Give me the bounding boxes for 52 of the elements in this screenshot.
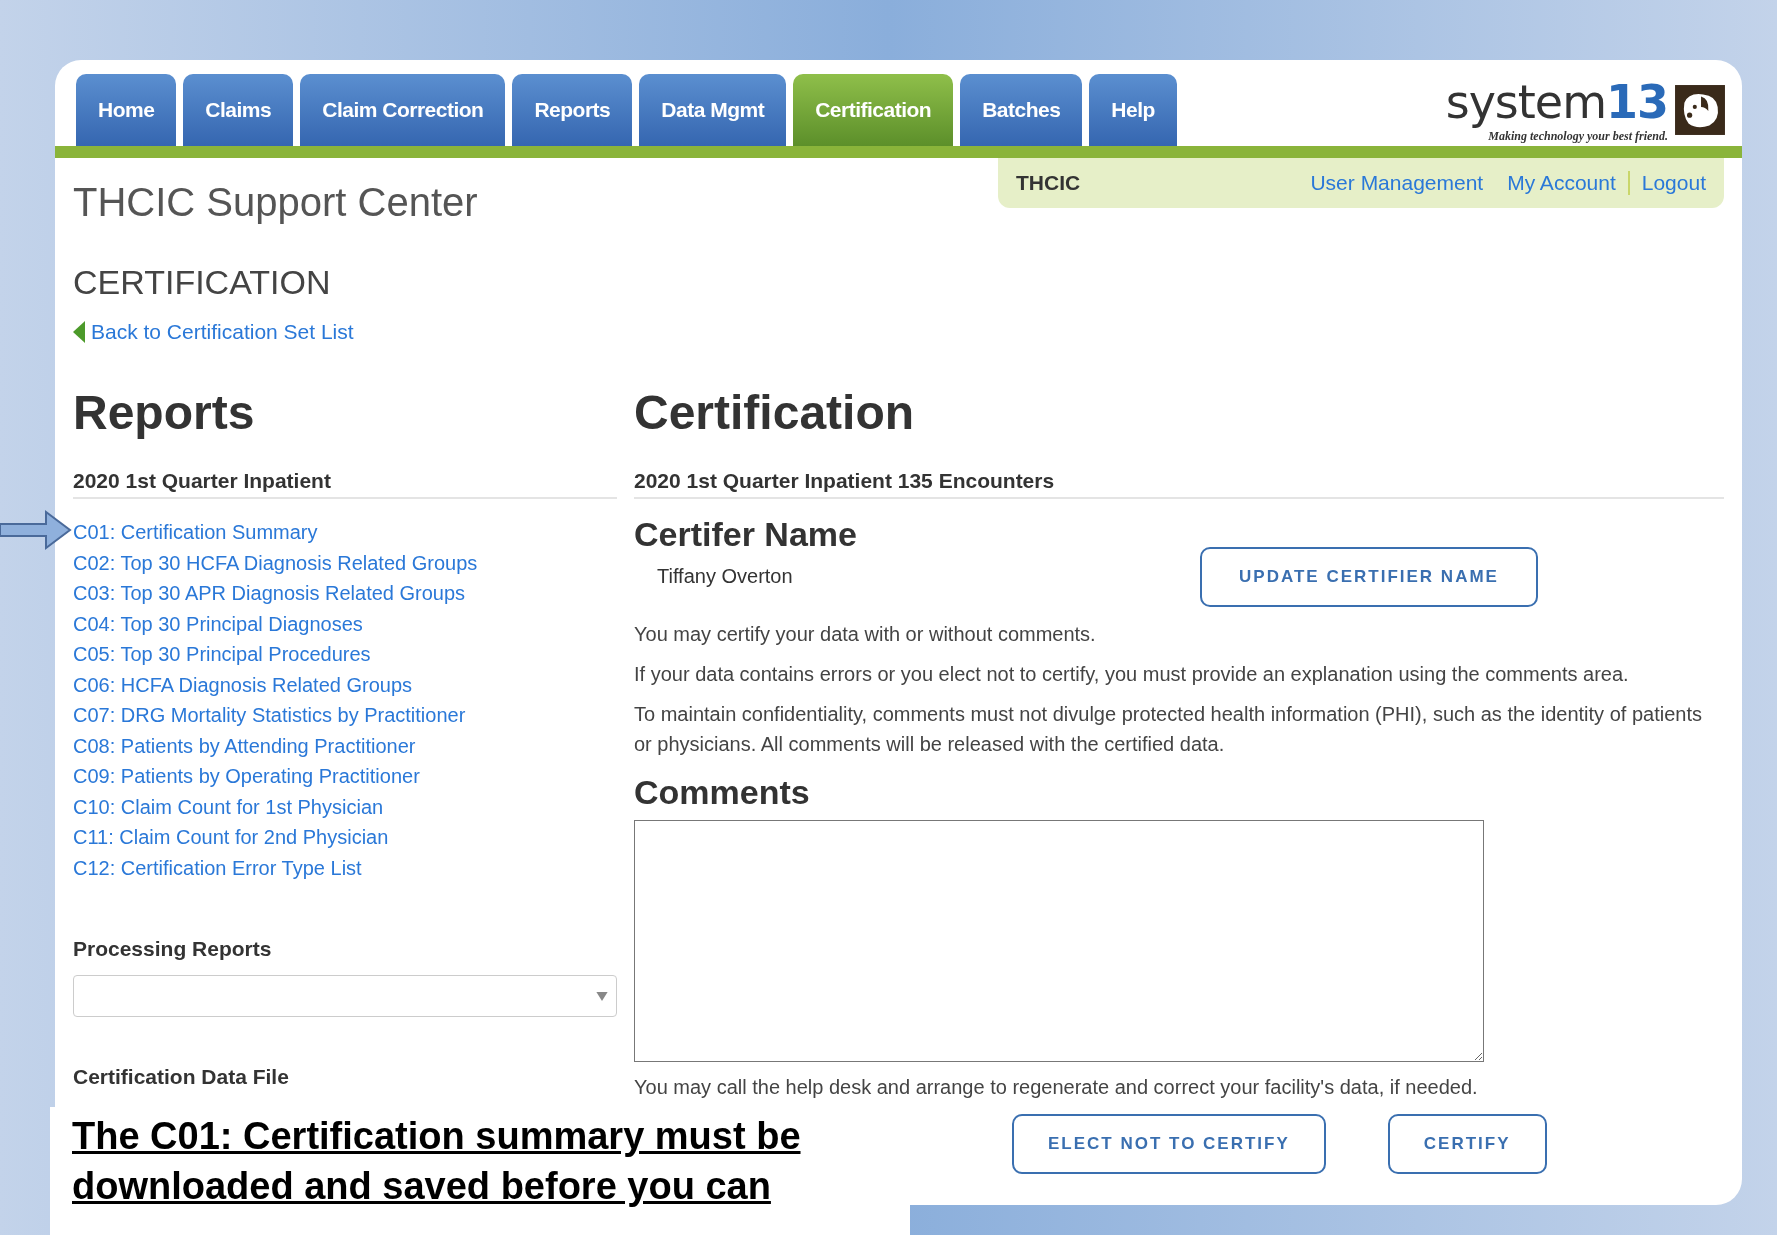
report-link[interactable]: C01: Certification Summary (73, 517, 318, 548)
report-link[interactable]: C04: Top 30 Principal Diagnoses (73, 608, 363, 639)
user-link[interactable]: User Management (1298, 171, 1496, 195)
nav-tab[interactable]: Claim Correction (300, 74, 506, 146)
report-link[interactable]: C03: Top 30 APR Diagnosis Related Groups (73, 578, 466, 609)
info-text: To maintain confidentiality, comments must not divulge protected health information (PHI), such as the identity of patients or physicians. All comments will be released with the certified data. (634, 702, 1703, 757)
section-subheading: 2020 1st Quarter Inpatient (73, 469, 617, 499)
report-link[interactable]: C12: Certification Error Type List (73, 852, 362, 883)
report-link[interactable]: C10: Claim Count for 1st Physician (73, 791, 384, 822)
report-link[interactable]: C05: Top 30 Principal Procedures (73, 639, 371, 670)
site-title: THCIC Support Center (73, 180, 478, 225)
report-link[interactable]: C02: Top 30 HCFA Diagnosis Related Groups (73, 547, 478, 578)
update-certifier-name-button[interactable]: UPDATE CERTIFIER NAME (1200, 547, 1538, 607)
user-link[interactable]: My Account (1495, 171, 1628, 195)
back-link[interactable]: Back to Certification Set List (73, 320, 354, 344)
annotation-text: The C01: Certification summary must be downloaded and saved before you can (50, 1107, 910, 1235)
nav-tab[interactable]: Help (1089, 74, 1177, 146)
action-button[interactable]: ELECT NOT TO CERTIFY (1012, 1114, 1326, 1174)
section-subheading: 2020 1st Quarter Inpatient 135 Encounters (634, 469, 1724, 499)
nav-tab[interactable]: Data Mgmt (639, 74, 787, 146)
section-heading: Reports (73, 385, 256, 441)
report-link[interactable]: C07: DRG Mortality Statistics by Practitioner (73, 700, 466, 731)
comments-heading: Comments (634, 773, 811, 812)
nav-tab[interactable]: Home (76, 74, 177, 146)
info-text: You may certify your data with or without comments. (634, 622, 1097, 647)
nav-tab[interactable]: Batches (960, 74, 1083, 146)
logo-tagline: Making technology your best friend. (1488, 129, 1668, 144)
certifier-name: Tiffany Overton (657, 565, 793, 588)
processing-reports-dropdown[interactable] (73, 975, 617, 1017)
user-link[interactable]: Logout (1627, 171, 1706, 195)
arrow-icon (0, 508, 72, 552)
report-link[interactable]: C09: Patients by Operating Practitioner (73, 761, 420, 792)
nav-tab[interactable]: Claims (183, 74, 294, 146)
action-button[interactable]: CERTIFY (1387, 1114, 1547, 1174)
page-title: CERTIFICATION (73, 263, 332, 302)
report-link[interactable]: C08: Patients by Attending Practitioner (73, 730, 416, 761)
section-heading: Certification (634, 385, 916, 441)
report-link[interactable]: C06: HCFA Diagnosis Related Groups (73, 669, 413, 700)
report-link[interactable]: C11: Claim Count for 2nd Physician (73, 822, 389, 853)
organization-label: THCIC (1016, 171, 1081, 195)
certifier-name-heading: Certifer Name (634, 515, 858, 554)
help-text: You may call the help desk and arrange to regenerate and correct your facility's data, if needed. (634, 1075, 1479, 1100)
caret-icon (596, 991, 608, 1001)
nav-tab[interactable]: Certification (793, 74, 954, 146)
info-text: If your data contains errors or you elect not to certify, you must provide an explanation using the comments area. (634, 662, 1630, 687)
back-arrow-icon (73, 321, 85, 343)
dog-icon (1674, 83, 1726, 136)
comments-input[interactable] (634, 820, 1484, 1062)
logo-wordmark: system13 (1445, 75, 1668, 129)
field-label: Certification Data File (73, 1065, 289, 1089)
field-label: Processing Reports (73, 937, 272, 961)
nav-tab[interactable]: Reports (512, 74, 633, 146)
